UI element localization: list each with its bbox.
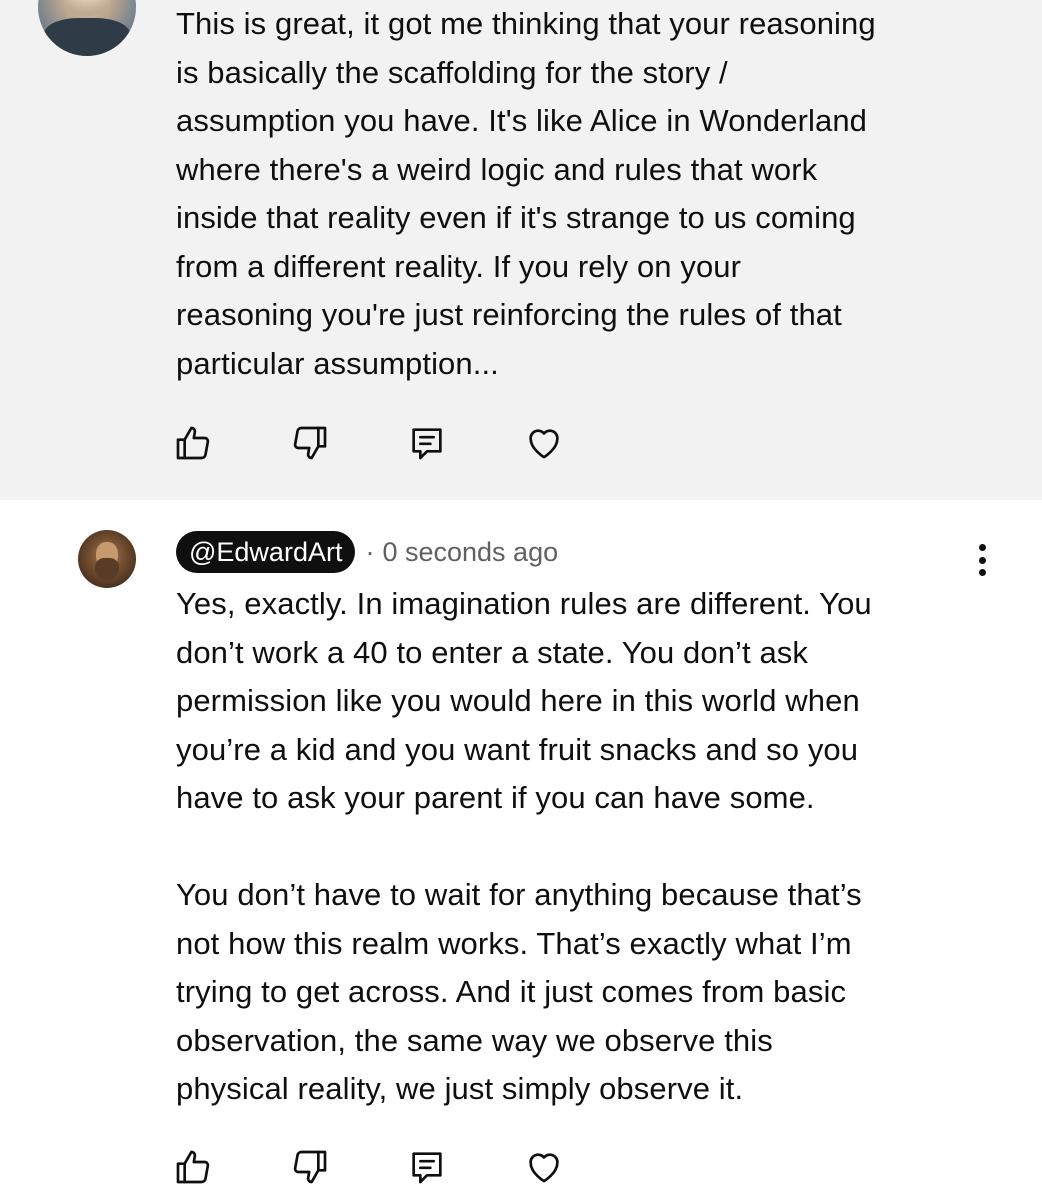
heart-button[interactable] (523, 1146, 565, 1188)
dislike-button[interactable] (289, 1146, 331, 1188)
comment-actions (172, 422, 640, 464)
avatar-face (62, 0, 112, 16)
heart-button[interactable] (523, 422, 565, 464)
thumbs-down-icon (293, 426, 327, 460)
heart-icon (529, 1153, 559, 1183)
reply-icon (412, 1152, 442, 1184)
more-dot (978, 569, 986, 576)
comment-text: Yes, exactly. In imagination rules are d… (176, 586, 872, 1106)
comment-text: This is great, it got me thinking that y… (176, 6, 876, 381)
thumbs-down-icon (293, 1150, 327, 1184)
meta-separator: · (365, 536, 375, 567)
like-button[interactable] (172, 422, 214, 464)
comment-highlighted: This is great, it got me thinking that y… (0, 0, 1042, 500)
avatar-shoulders (44, 18, 130, 56)
commenter-avatar[interactable] (38, 0, 136, 56)
reply-button[interactable] (406, 1146, 448, 1188)
comment: @EdwardArt · 0 seconds ago Yes, exactly. … (0, 500, 1042, 1200)
comment-actions (172, 1146, 640, 1188)
reply-icon (412, 428, 442, 460)
thumbs-up-icon (176, 1150, 210, 1184)
timestamp: 0 seconds ago (382, 536, 559, 567)
author-handle[interactable]: @EdwardArt (176, 531, 356, 573)
avatar-beard (95, 558, 119, 580)
like-button[interactable] (172, 1146, 214, 1188)
commenter-avatar[interactable] (78, 530, 136, 588)
thumbs-up-icon (176, 426, 210, 460)
comments-thread: This is great, it got me thinking that y… (0, 0, 1042, 1200)
heart-icon (529, 429, 559, 459)
dislike-button[interactable] (289, 422, 331, 464)
reply-button[interactable] (406, 422, 448, 464)
comment-meta: · 0 seconds ago (365, 537, 558, 568)
comment-header: @EdwardArt · 0 seconds ago (176, 531, 558, 573)
more-dot (978, 544, 986, 551)
more-vertical-icon[interactable] (966, 540, 998, 580)
more-dot (978, 556, 986, 564)
